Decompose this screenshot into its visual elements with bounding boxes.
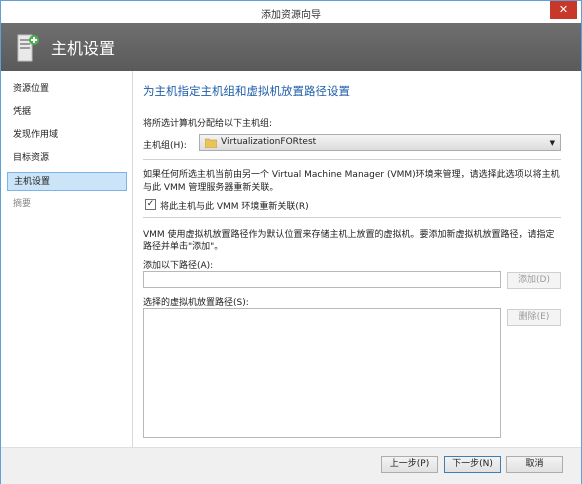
- sidebar-item-host-settings[interactable]: 主机设置: [7, 172, 127, 191]
- cancel-button[interactable]: 取消: [506, 456, 563, 473]
- reassociate-checkbox[interactable]: ✓: [145, 199, 156, 210]
- sidebar-item-discovery-scope[interactable]: 发现作用域: [7, 126, 127, 145]
- remove-button[interactable]: 删除(E): [507, 309, 561, 326]
- window-title: 添加资源向导: [261, 10, 321, 21]
- next-button[interactable]: 下一步(N): [444, 456, 501, 473]
- wizard-footer: 上一步(P) 下一步(N) 取消: [1, 447, 581, 484]
- vmm-info-line-1: 如果任何所选主机当前由另一个 Virtual Machine Manager (…: [143, 170, 560, 180]
- sidebar-item-credentials[interactable]: 凭据: [7, 103, 127, 122]
- folder-icon: [205, 138, 217, 148]
- assign-instruction: 将所选计算机分配给以下主机组:: [143, 119, 273, 129]
- vmm-info-line-2: 与此 VMM 管理服务器重新关联。: [143, 183, 279, 193]
- host-group-label: 主机组(H):: [143, 141, 187, 151]
- sidebar-item-resource-location[interactable]: 资源位置: [7, 80, 127, 99]
- divider: [143, 217, 561, 218]
- add-button[interactable]: 添加(D): [507, 272, 561, 289]
- add-resource-wizard-window: 添加资源向导 ✕ 主机设置 资源位置 凭据 发现作用域 目标资源 主机设置 摘要…: [0, 0, 582, 484]
- add-path-input[interactable]: [143, 271, 501, 288]
- host-group-value: VirtualizationFORtest: [221, 137, 317, 147]
- sidebar-item-target-resources[interactable]: 目标资源: [7, 149, 127, 168]
- selected-paths-list[interactable]: [143, 308, 501, 438]
- main-content: 为主机指定主机组和虚拟机放置路径设置 将所选计算机分配给以下主机组: 主机组(H…: [133, 71, 581, 447]
- title-bar: 添加资源向导 ✕: [1, 1, 581, 23]
- server-icon: [17, 34, 39, 62]
- placement-info-line-2: 路径并单击"添加"。: [143, 242, 224, 252]
- previous-button[interactable]: 上一步(P): [381, 456, 438, 473]
- divider: [143, 159, 561, 160]
- wizard-steps-sidebar: 资源位置 凭据 发现作用域 目标资源 主机设置 摘要: [1, 71, 133, 447]
- reassociate-label: 将此主机与此 VMM 环境重新关联(R): [160, 202, 309, 212]
- add-path-label: 添加以下路径(A):: [143, 261, 214, 271]
- page-banner: 主机设置: [1, 23, 581, 71]
- chevron-down-icon: ▼: [549, 139, 555, 147]
- page-title: 主机设置: [51, 39, 116, 58]
- close-button[interactable]: ✕: [550, 1, 577, 19]
- sidebar-item-summary: 摘要: [13, 199, 32, 209]
- selected-paths-label: 选择的虚拟机放置路径(S):: [143, 298, 249, 308]
- host-group-dropdown[interactable]: VirtualizationFORtest ▼: [199, 134, 561, 151]
- section-heading: 为主机指定主机组和虚拟机放置路径设置: [143, 84, 350, 98]
